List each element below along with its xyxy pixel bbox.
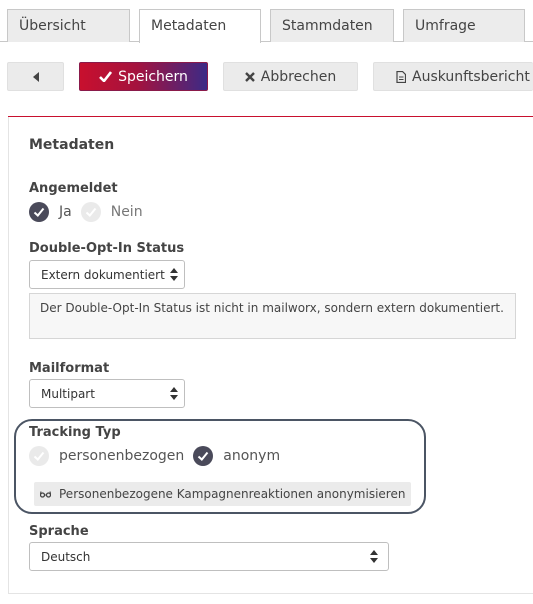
check-icon (85, 207, 96, 217)
save-button-label: Speichern (118, 68, 188, 85)
tracking-personenbezogen-label: personenbezogen (59, 448, 185, 464)
angemeldet-options: Ja Nein (29, 202, 143, 222)
glasses-icon (40, 490, 51, 498)
tracking-label: Tracking Typ (29, 425, 121, 440)
cancel-button[interactable]: Abbrechen (223, 62, 358, 91)
angemeldet-nein-radio[interactable] (80, 202, 101, 222)
panel-accent-line (8, 116, 533, 117)
check-icon (33, 451, 45, 461)
sort-arrows-icon (170, 387, 178, 403)
caret-left-icon (32, 71, 40, 82)
double-opt-in-value: Extern dokumentiert (41, 268, 165, 282)
tracking-personenbezogen-radio[interactable] (29, 446, 49, 466)
check-icon (99, 71, 113, 82)
angemeldet-nein-label: Nein (110, 204, 143, 220)
report-button[interactable]: Auskunftsbericht (373, 62, 533, 91)
section-title: Metadaten (29, 137, 115, 153)
anonymize-label: Personenbezogene Kampagnenreaktionen ano… (59, 487, 406, 501)
check-icon (33, 207, 45, 217)
mailformat-label: Mailformat (29, 361, 110, 376)
sort-arrows-icon (370, 550, 378, 566)
anonymize-button[interactable]: Personenbezogene Kampagnenreaktionen ano… (34, 482, 411, 506)
back-button[interactable] (7, 62, 64, 91)
tab-label: Umfrage (415, 18, 476, 34)
tracking-anonym-label: anonym (223, 448, 281, 464)
tracking-options: personenbezogen anonym (29, 446, 280, 466)
check-icon (198, 451, 209, 461)
tab-label: Metadaten (151, 18, 227, 34)
report-button-label: Auskunftsbericht (412, 68, 530, 85)
tracking-anonym-radio[interactable] (193, 446, 214, 466)
mailformat-select[interactable]: Multipart (29, 379, 185, 408)
angemeldet-ja-radio[interactable] (29, 202, 49, 222)
sprache-value: Deutsch (41, 550, 91, 564)
sprache-select[interactable]: Deutsch (29, 542, 389, 571)
document-icon (396, 70, 406, 83)
sort-arrows-icon (170, 268, 178, 284)
angemeldet-ja-label: Ja (59, 204, 72, 220)
tab-uebersicht[interactable]: Übersicht (7, 9, 130, 42)
tab-label: Stammdaten (282, 18, 373, 34)
sprache-label: Sprache (29, 524, 89, 539)
mailformat-value: Multipart (41, 387, 95, 401)
double-opt-in-label: Double-Opt-In Status (29, 241, 185, 256)
double-opt-in-info: Der Double-Opt-In Status ist nicht in ma… (29, 293, 516, 339)
double-opt-in-select[interactable]: Extern dokumentiert (29, 260, 185, 289)
tab-label: Übersicht (19, 18, 86, 34)
save-button[interactable]: Speichern (79, 62, 208, 91)
tab-metadaten[interactable]: Metadaten (139, 9, 261, 43)
cancel-button-label: Abbrechen (260, 68, 337, 85)
close-icon (244, 71, 255, 82)
tab-stammdaten[interactable]: Stammdaten (270, 9, 394, 42)
angemeldet-label: Angemeldet (29, 181, 118, 196)
tab-umfrage[interactable]: Umfrage (403, 9, 525, 42)
